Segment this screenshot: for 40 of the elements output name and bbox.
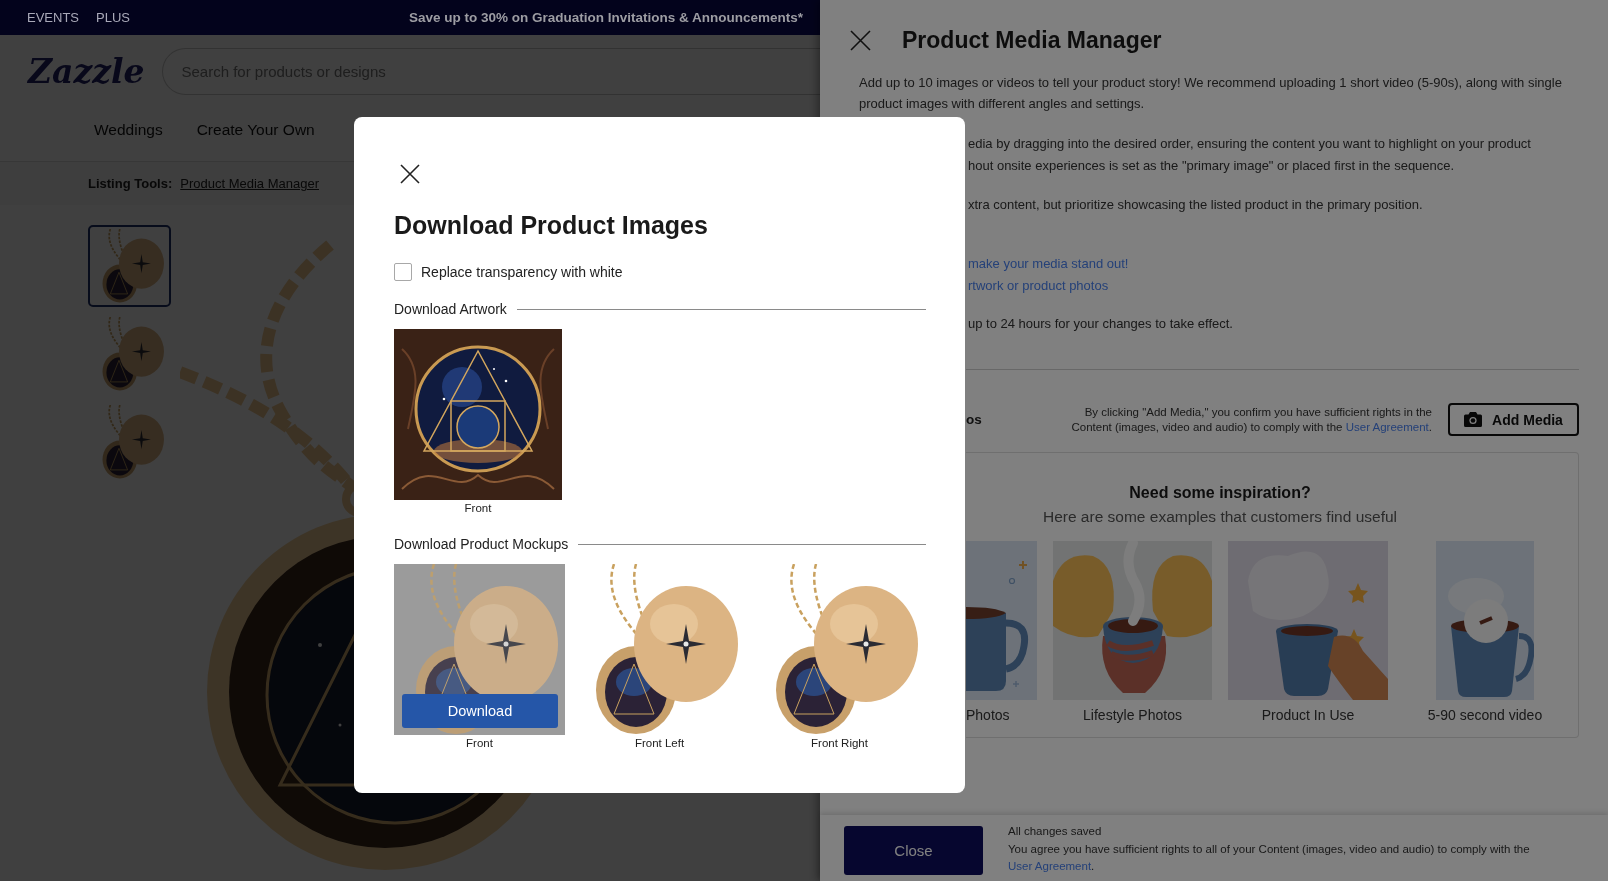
example-caption: 5-90 second video: [1427, 706, 1543, 724]
example-caption: Product In Use: [1261, 706, 1355, 724]
close-icon[interactable]: [400, 164, 420, 184]
section-heading: Download Product Mockups: [394, 535, 569, 553]
top-nav-link[interactable]: EVENTS: [27, 10, 79, 25]
nav-link[interactable]: Create Your Own: [196, 120, 315, 140]
add-media-button[interactable]: Add Media: [1448, 403, 1579, 436]
dialog-title: Download Product Images: [394, 210, 708, 241]
save-status: All changes saved: [1008, 824, 1102, 839]
close-button[interactable]: Close: [844, 826, 983, 875]
inspiration-subtitle: Here are some examples that customers find useful: [1042, 507, 1398, 527]
nav-link[interactable]: Weddings: [94, 120, 163, 140]
user-agreement-link[interactable]: User Agreement: [1345, 420, 1429, 433]
top-nav-link[interactable]: PLUS: [96, 10, 130, 25]
logo[interactable]: Zazzle: [28, 51, 145, 92]
section-heading: Download Artwork: [394, 300, 507, 318]
image-caption: Front: [464, 501, 492, 515]
rights-notice: By clicking "Add Media," you confirm you have sufficient rights in the Content (images, video and audio) to comply with the User Agreement.: [1070, 404, 1432, 435]
section-label: os: [966, 412, 982, 427]
example-caption: Lifestyle Photos: [1083, 706, 1182, 724]
image-caption: Front Right: [811, 736, 868, 750]
image-caption: Front: [466, 736, 493, 750]
example-caption: Photos: [966, 706, 1010, 724]
checkbox-label: Replace transparency with white: [421, 264, 623, 280]
tips-link[interactable]: rtwork or product photos: [968, 275, 1109, 297]
inspiration-title: Need some inspiration?: [1129, 483, 1311, 503]
geometric-artwork-drawing[interactable]: [394, 329, 562, 500]
guidance-text: hout onsite experiences is set as the "primary image" or placed first in the sequence.: [968, 157, 1455, 175]
camera-icon: [1464, 412, 1483, 427]
intro-text: Add up to 10 images or videos to tell your product story! We recommend uploading 1 short video (5-90s), along with single product images with different angles and settings.: [859, 74, 1563, 113]
panel-title: Product Media Manager: [902, 26, 1162, 54]
guidance-text: edia by dragging into the desired order, ensuring the content you want to highlight on your product: [968, 135, 1531, 153]
agreement-notice: You agree you have sufficient rights to all of your Content (images, video and audio) to comply with the User Agreement.: [1008, 841, 1531, 874]
tips-link[interactable]: make your media stand out!: [968, 253, 1129, 275]
guidance-text: up to 24 hours for your changes to take effect.: [968, 315, 1233, 333]
download-button[interactable]: Download: [402, 694, 558, 728]
promo-text[interactable]: Save up to 30% on Graduation Invitations & Announcements*: [408, 10, 803, 25]
image-caption: Front Left: [634, 736, 685, 750]
checkbox[interactable]: [394, 263, 412, 281]
guidance-text: xtra content, but prioritize showcasing the listed product in the primary position.: [968, 196, 1423, 214]
